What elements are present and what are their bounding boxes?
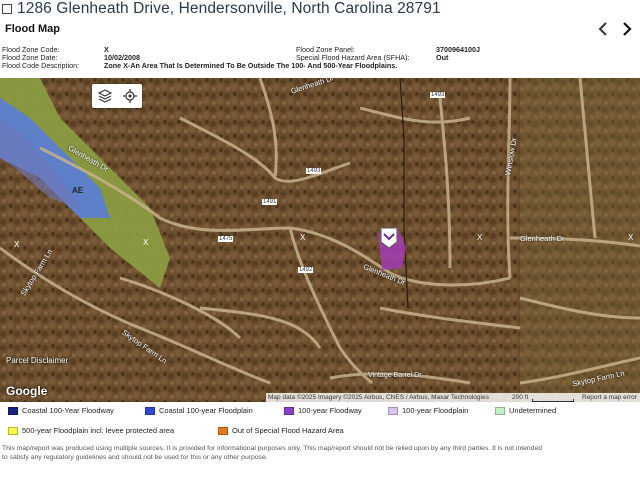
- disclaimer-line: This map/report was produced using multi…: [2, 445, 543, 452]
- flood-code-description-value: Zone X-An Area That Is Determined To Be …: [104, 61, 398, 70]
- legend-swatch: [8, 406, 18, 415]
- legend-label: 100-year Floodplain: [402, 406, 469, 415]
- legend-swatch: [495, 406, 505, 415]
- map-controls: [92, 84, 142, 108]
- parcel-disclaimer-link[interactable]: Parcel Disclaimer: [6, 356, 68, 365]
- zone-label-x: X: [14, 240, 20, 249]
- route-shield: 1475: [218, 236, 234, 242]
- legend-swatch: [284, 406, 294, 415]
- legend-swatch: [8, 426, 18, 435]
- legend-item: 100-year Floodplain: [388, 406, 468, 415]
- layers-button[interactable]: [96, 87, 114, 105]
- legend-item: 100-year Floodway: [284, 406, 362, 415]
- sfha-value: Out: [436, 53, 449, 62]
- section-header: Flood Map: [0, 18, 640, 40]
- legend-label: 100-year Floodway: [298, 406, 362, 415]
- google-logo: Google: [6, 384, 48, 398]
- legend-swatch: [388, 406, 398, 415]
- chevron-left-icon: [598, 22, 607, 36]
- zone-label-x: X: [143, 238, 149, 247]
- chevron-right-icon: [623, 22, 632, 36]
- route-shield: 1493: [306, 168, 322, 174]
- report-map-error-link[interactable]: Report a map error: [582, 393, 637, 402]
- section-title: Flood Map: [5, 23, 60, 35]
- route-shield: 1491: [262, 199, 278, 205]
- legend-label: 500-year Floodplain incl. levee protecte…: [22, 426, 175, 435]
- legend-swatch: [218, 426, 228, 435]
- map-pin-icon[interactable]: [379, 226, 399, 250]
- zone-label-x: X: [628, 233, 634, 242]
- locate-icon: [122, 89, 137, 103]
- legend-swatch: [145, 406, 155, 415]
- next-button[interactable]: [618, 20, 636, 38]
- scale-bar: [532, 399, 574, 402]
- disclaimer: This map/report was produced using multi…: [2, 445, 638, 462]
- legend-label: Out of Special Flood Hazard Area: [232, 426, 344, 435]
- legend-item: Out of Special Flood Hazard Area: [218, 426, 344, 435]
- zone-label-x: X: [300, 233, 306, 242]
- previous-button[interactable]: [594, 20, 612, 38]
- legend-label: Coastal 100-year Floodplain: [159, 406, 253, 415]
- map-attribution: Map data ©2025 Imagery ©2025 Airbus, CNE…: [266, 393, 640, 402]
- legend-item: 500-year Floodplain incl. levee protecte…: [8, 426, 174, 435]
- legend-label: Coastal 100-Year Floodway: [22, 406, 114, 415]
- disclaimer-line: to satisfy any regulatory guidelines and…: [2, 453, 268, 461]
- route-shield: 1492: [298, 267, 314, 273]
- flood-info: Flood Zone Code: X Flood Zone Panel: 370…: [0, 46, 640, 70]
- street-label: Vintage Barrel Dr: [368, 372, 422, 379]
- legend-item: Coastal 100-Year Floodway: [8, 406, 114, 415]
- map-data-credit: Map data ©2025 Imagery ©2025 Airbus, CNE…: [268, 394, 489, 401]
- zone-label-x: X: [477, 233, 483, 242]
- info-row: Flood Code Description: Zone X-An Area T…: [0, 62, 640, 70]
- layers-icon: [97, 89, 112, 103]
- legend-item: Undetermined: [495, 406, 556, 415]
- route-shield: 1493: [430, 92, 446, 98]
- flood-map[interactable]: AE X X X X X Glenheath Dr Glenheath Dr G…: [0, 78, 640, 402]
- scale-label: 200 ft: [512, 394, 529, 401]
- select-checkbox[interactable]: [2, 3, 12, 14]
- title-bar: 1286 Glenheath Drive, Hendersonville, No…: [0, 0, 640, 17]
- legend-label: Undetermined: [509, 406, 557, 415]
- zone-label-ae: AE: [72, 186, 84, 195]
- street-label: Glenheath Dr: [520, 234, 565, 243]
- flood-code-description-label: Flood Code Description:: [2, 61, 80, 70]
- locate-button[interactable]: [121, 87, 139, 105]
- legend-item: Coastal 100-year Floodplain: [145, 406, 253, 415]
- page-title: 1286 Glenheath Drive, Hendersonville, No…: [17, 0, 441, 17]
- legend: Coastal 100-Year Floodway Coastal 100-ye…: [0, 404, 640, 438]
